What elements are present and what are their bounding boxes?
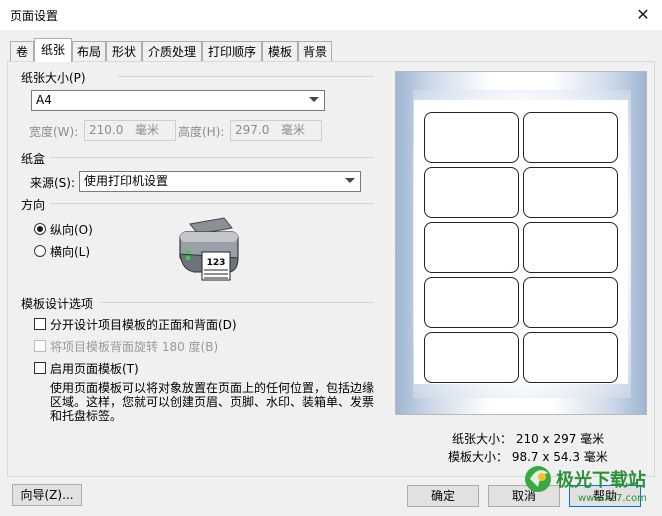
- separate-front-back-label[interactable]: 分开设计项目模板的正面和背面(D): [50, 316, 237, 333]
- source-label: 来源(S):: [30, 176, 76, 190]
- page-preview: [395, 71, 647, 415]
- label-cell: [424, 277, 519, 328]
- height-value: 297.0: [235, 123, 270, 137]
- height-label: 高度(H):: [178, 125, 225, 139]
- width-unit: 毫米: [135, 123, 160, 137]
- preview-sheet: [414, 100, 628, 384]
- label-cell: [424, 332, 519, 383]
- tab-paper[interactable]: 纸张: [34, 38, 72, 62]
- title-bar: 页面设置 ✕: [0, 0, 662, 30]
- source-value: 使用打印机设置: [84, 174, 169, 188]
- enable-page-template-checkbox[interactable]: [34, 362, 46, 374]
- portrait-label[interactable]: 纵向(O): [50, 221, 93, 238]
- paper-size-info: 纸张大小： 210 x 297 毫米: [452, 432, 605, 446]
- paper-size-select[interactable]: A4: [31, 90, 325, 111]
- template-options-group-label: 模板设计选项: [21, 297, 94, 311]
- tray-group-label: 纸盒: [21, 152, 46, 166]
- ok-button[interactable]: 确定: [407, 485, 479, 507]
- rotate-back-checkbox: [34, 340, 46, 352]
- label-cell: [523, 167, 618, 218]
- label-cell: [523, 222, 618, 273]
- description-line: 和托盘标签。: [50, 409, 123, 423]
- separate-front-back-checkbox[interactable]: [34, 318, 46, 330]
- wizard-button[interactable]: 向导(Z)...: [12, 484, 82, 506]
- paper-size-group-label: 纸张大小(P): [21, 71, 86, 85]
- paper-size-value: A4: [36, 93, 52, 107]
- chevron-down-icon: [345, 178, 355, 183]
- tab-template[interactable]: 模板: [262, 41, 298, 61]
- divider: [50, 203, 374, 204]
- description-line: 区域。这样，您就可以创建页眉、页脚、水印、装箱单、发票: [50, 395, 375, 409]
- width-value: 210.0: [89, 123, 124, 137]
- tab-background[interactable]: 背景: [298, 41, 332, 61]
- divider: [100, 302, 374, 303]
- landscape-radio[interactable]: [34, 245, 46, 257]
- label-cell: [523, 277, 618, 328]
- rotate-back-label: 将项目模板背面旋转 180 度(B): [50, 340, 219, 354]
- watermark-text: 极光下载站: [556, 469, 646, 491]
- tab-media-handling[interactable]: 介质处理: [142, 41, 202, 61]
- orientation-group-label: 方向: [21, 198, 46, 212]
- source-select[interactable]: 使用打印机设置: [79, 171, 361, 192]
- chevron-down-icon: [309, 97, 319, 102]
- close-icon[interactable]: ✕: [628, 2, 658, 28]
- label-cell: [523, 332, 618, 383]
- label-cell: [424, 112, 519, 163]
- label-cell: [424, 167, 519, 218]
- tab-layout[interactable]: 布局: [72, 41, 106, 61]
- enable-page-template-label[interactable]: 启用页面模板(T): [50, 360, 139, 377]
- watermark-url: www.xz7.com: [578, 493, 647, 504]
- radio-selected-dot: [37, 226, 43, 232]
- printer-icon: 123: [179, 217, 239, 281]
- description-line: 使用页面模板可以将对象放置在页面上的任何位置，包括边缘: [50, 381, 375, 395]
- height-unit: 毫米: [281, 123, 306, 137]
- tab-shape[interactable]: 形状: [106, 41, 142, 61]
- tab-print-order[interactable]: 打印顺序: [202, 41, 262, 61]
- divider: [118, 76, 374, 77]
- height-field[interactable]: 297.0 毫米: [230, 120, 322, 141]
- window-title: 页面设置: [10, 9, 59, 23]
- landscape-label[interactable]: 横向(L): [50, 243, 90, 260]
- width-field[interactable]: 210.0 毫米: [84, 120, 176, 141]
- width-label: 宽度(W):: [29, 125, 79, 139]
- template-description: 使用页面模板可以将对象放置在页面上的任何位置，包括边缘 区域。这样，您就可以创建…: [50, 381, 380, 423]
- printer-paper-text: 123: [207, 258, 226, 268]
- site-watermark: 极光下载站 www.xz7.com: [525, 466, 647, 504]
- tab-roll[interactable]: 卷: [10, 41, 34, 61]
- watermark-logo-icon: [525, 466, 551, 492]
- label-cell: [424, 222, 519, 273]
- divider: [50, 157, 374, 158]
- portrait-radio[interactable]: [34, 223, 46, 235]
- label-cell: [523, 112, 618, 163]
